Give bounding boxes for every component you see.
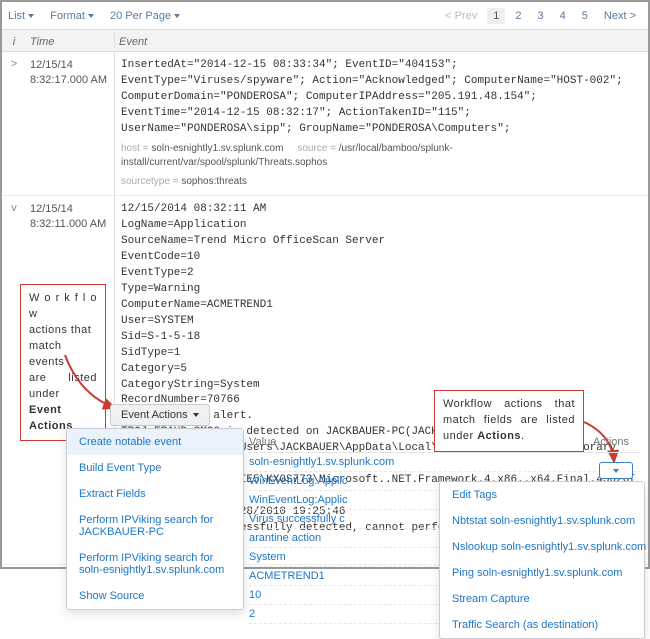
menu-item[interactable]: Build Event Type: [67, 455, 243, 481]
annotation-event-actions: W o r k f l o w actions that match event…: [20, 284, 106, 441]
expand-toggle[interactable]: >: [2, 52, 26, 195]
chevron-down-icon: [193, 413, 199, 417]
pager-page[interactable]: 4: [554, 8, 572, 24]
toolbar: List Format 20 Per Page < Prev 1 2 3 4 5…: [2, 2, 648, 30]
menu-item[interactable]: Stream Capture: [440, 586, 644, 612]
menu-item[interactable]: Ping soln-esnightly1.sv.splunk.com: [440, 560, 644, 586]
pager-page[interactable]: 5: [576, 8, 594, 24]
menu-item[interactable]: Create notable event: [67, 429, 243, 455]
field-actions-button[interactable]: [599, 462, 633, 479]
caret-icon: [174, 14, 180, 18]
pager-page[interactable]: 2: [509, 8, 527, 24]
pager-next[interactable]: Next >: [598, 8, 642, 24]
table-row: > 12/15/14 8:32:17.000 AM InsertedAt="20…: [2, 52, 648, 196]
menu-item[interactable]: Nslookup soln-esnightly1.sv.splunk.com: [440, 534, 644, 560]
event-actions-button[interactable]: Event Actions: [110, 404, 210, 426]
menu-item[interactable]: Traffic Search (as destination): [440, 612, 644, 638]
menu-item[interactable]: Edit Tags: [440, 482, 644, 508]
fv-row[interactable]: soln-esnightly1.sv.splunk.com: [249, 453, 641, 472]
menu-item[interactable]: Perform IPViking search for soln-esnight…: [67, 545, 243, 583]
event-raw: InsertedAt="2014-12-15 08:33:34"; EventI…: [114, 52, 648, 195]
format-dropdown[interactable]: Format: [50, 10, 94, 22]
event-time: 12/15/14 8:32:17.000 AM: [26, 52, 114, 195]
pager: < Prev 1 2 3 4 5 Next >: [439, 8, 642, 24]
menu-item[interactable]: Nbtstat soln-esnightly1.sv.splunk.com: [440, 508, 644, 534]
list-dropdown[interactable]: List: [8, 10, 34, 22]
chevron-down-icon: [613, 469, 619, 473]
fv-header: Value Actions: [249, 432, 641, 453]
col-event: Event: [114, 33, 648, 48]
menu-item[interactable]: Show Source: [67, 583, 243, 609]
event-actions-menu: Create notable event Build Event Type Ex…: [66, 428, 244, 610]
menu-item[interactable]: Extract Fields: [67, 481, 243, 507]
caret-icon: [28, 14, 34, 18]
perpage-dropdown[interactable]: 20 Per Page: [110, 10, 180, 22]
pager-page[interactable]: 1: [487, 8, 505, 24]
col-expand: i: [2, 33, 26, 48]
pager-page[interactable]: 3: [532, 8, 550, 24]
field-actions-menu: Edit Tags Nbtstat soln-esnightly1.sv.spl…: [439, 481, 645, 639]
col-time[interactable]: Time: [26, 33, 114, 48]
menu-item[interactable]: Perform IPViking search for JACKBAUER-PC: [67, 507, 243, 545]
caret-icon: [88, 14, 94, 18]
table-header: i Time Event: [2, 30, 648, 52]
pager-prev: < Prev: [439, 8, 483, 24]
